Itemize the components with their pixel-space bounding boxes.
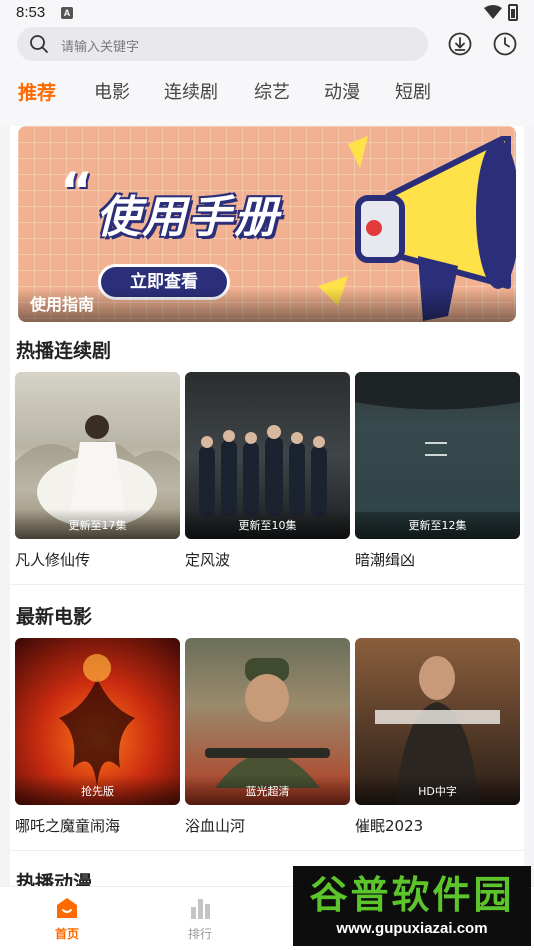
banner-quote-mark: “ <box>60 162 93 220</box>
banner-caption: 使用指南 <box>18 288 516 322</box>
poster-image: 抢先版 <box>15 638 180 805</box>
top-area: 8:53 A 请输入关键字 推荐 电影 连续剧 综艺 动漫 短剧 <box>0 0 534 126</box>
status-bar: 8:53 A <box>0 0 534 26</box>
poster-image: HD中字 <box>355 638 520 805</box>
guide-banner[interactable]: “ 使用手册 立即查看 使用指南 <box>18 126 516 322</box>
tab-series[interactable]: 连续剧 <box>164 78 218 104</box>
home-icon <box>57 898 77 918</box>
home-feed: “ 使用手册 立即查看 使用指南 热播连续剧 更新至17集 凡人修仙传 更新至1… <box>10 126 524 886</box>
media-card[interactable]: 蓝光超清 浴血山河 <box>185 638 350 836</box>
watermark-title: 谷普软件园 <box>309 873 515 917</box>
poster-image: 蓝光超清 <box>185 638 350 805</box>
nav-ranking[interactable]: 排行 <box>170 897 230 942</box>
media-card[interactable]: 更新至12集 暗潮缉凶 <box>355 372 520 570</box>
tab-recommend[interactable]: 推荐 <box>18 78 56 105</box>
watermark-url: www.gupuxiazai.com <box>336 920 488 937</box>
badge-text: 更新至12集 <box>408 519 467 532</box>
banner-caption-text: 使用指南 <box>30 295 95 314</box>
section-divider <box>10 850 524 851</box>
watermark-logo: 谷普软件园 www.gupuxiazai.com <box>293 866 531 946</box>
badge-text: 更新至10集 <box>238 519 297 532</box>
nav-home[interactable]: 首页 <box>37 897 97 942</box>
badge-text: 蓝光超清 <box>245 785 290 798</box>
poster-badge: 更新至17集 <box>15 509 180 539</box>
media-card[interactable]: 更新至10集 定风波 <box>185 372 350 570</box>
section-title-series: 热播连续剧 <box>16 340 112 362</box>
search-bar[interactable]: 请输入关键字 <box>17 27 428 61</box>
poster-badge: HD中字 <box>355 775 520 805</box>
download-icon[interactable] <box>447 31 473 57</box>
section-title-anime: 热播动漫 <box>16 872 93 886</box>
poster-badge: 更新至10集 <box>185 509 350 539</box>
media-card[interactable]: HD中字 催眠2023 <box>355 638 520 836</box>
wifi-icon <box>484 5 502 19</box>
category-tabs: 推荐 电影 连续剧 综艺 动漫 短剧 <box>0 70 534 112</box>
search-icon <box>30 35 48 53</box>
media-title: 催眠2023 <box>355 817 424 835</box>
section-divider <box>10 584 524 585</box>
media-card[interactable]: 更新至17集 凡人修仙传 <box>15 372 180 570</box>
badge-text: HD中字 <box>418 785 457 798</box>
media-card[interactable]: 抢先版 哪吒之魔童闹海 <box>15 638 180 836</box>
media-title: 浴血山河 <box>185 817 246 835</box>
notification-icon: A <box>61 7 73 19</box>
clock-icon[interactable] <box>492 31 518 57</box>
poster-image: 更新至17集 <box>15 372 180 539</box>
section-title-movies: 最新电影 <box>16 606 93 628</box>
battery-icon <box>508 4 518 21</box>
media-title: 哪吒之魔童闹海 <box>15 817 121 835</box>
badge-text: 更新至17集 <box>68 519 127 532</box>
poster-badge: 蓝光超清 <box>185 775 350 805</box>
nav-home-label: 首页 <box>54 927 79 941</box>
tab-movies[interactable]: 电影 <box>94 78 130 104</box>
bar-chart-icon <box>191 899 210 919</box>
nav-ranking-label: 排行 <box>187 927 212 941</box>
media-title: 暗潮缉凶 <box>355 551 416 569</box>
tab-variety[interactable]: 综艺 <box>254 78 290 104</box>
media-title: 定风波 <box>185 551 231 569</box>
status-time: 8:53 <box>16 4 46 21</box>
tab-short-drama[interactable]: 短剧 <box>395 78 431 104</box>
poster-badge: 抢先版 <box>15 775 180 805</box>
badge-text: 抢先版 <box>81 785 114 798</box>
search-placeholder: 请输入关键字 <box>61 40 140 55</box>
tab-anime[interactable]: 动漫 <box>324 78 360 104</box>
media-title: 凡人修仙传 <box>15 551 91 569</box>
banner-title: 使用手册 <box>96 192 280 243</box>
poster-badge: 更新至12集 <box>355 509 520 539</box>
poster-image: 更新至12集 <box>355 372 520 539</box>
poster-image: 更新至10集 <box>185 372 350 539</box>
